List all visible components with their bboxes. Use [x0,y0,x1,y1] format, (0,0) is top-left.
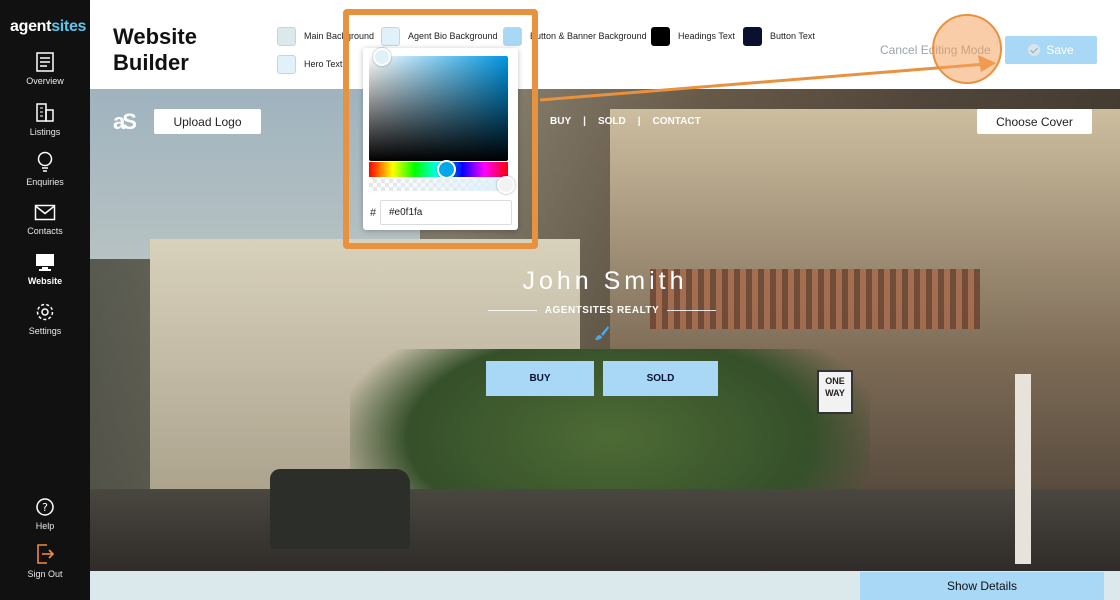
color-swatch[interactable] [743,26,762,46]
hero-nav-contact[interactable]: CONTACT [653,116,701,127]
sidebar-item-listings[interactable]: Listings [0,101,90,137]
gear-icon [36,303,54,321]
svg-text:?: ? [42,501,48,514]
swatch-button-text[interactable]: Button Text [743,26,815,46]
lightbulb-icon [37,151,53,172]
swatch-label: Hero Text [304,59,343,69]
sidebar-item-contacts[interactable]: Contacts [0,204,90,236]
sidebar-item-label: Overview [26,76,64,86]
color-swatch[interactable] [277,54,296,74]
one-way-sign: ONE WAY [817,370,853,414]
save-button[interactable]: Save [1005,36,1097,64]
envelope-icon [34,204,56,221]
brand-logo[interactable]: agentsites [10,18,86,36]
sidebar-item-label: Help [35,521,55,531]
swatch-headings-text[interactable]: Headings Text [651,26,735,46]
hero-sold-button[interactable]: SOLD [603,361,718,396]
agent-logo: aS [113,109,137,134]
sidebar-item-label: Listings [29,127,61,137]
hero-nav: BUY | SOLD | CONTACT [550,116,701,127]
sidebar: agentsites Overview Listings Enquiries C… [0,0,90,600]
brand-part-2: sites [51,18,87,35]
swatch-label: Button Text [770,31,815,41]
sidebar-item-label: Settings [28,326,62,336]
monitor-icon [36,254,54,271]
sidebar-item-help[interactable]: ? Help [0,497,90,531]
help-icon: ? [36,498,54,516]
save-label: Save [1046,43,1074,57]
check-icon [1028,44,1041,56]
divider-line [667,310,716,311]
brand-part-1: agent [10,18,52,35]
choose-cover-button[interactable]: Choose Cover [977,109,1092,134]
main-background-strip: Show Details [90,571,1120,600]
hero-section: ONE WAY aS Upload Logo BUY | SOLD | CONT… [90,89,1120,571]
sidebar-item-overview[interactable]: Overview [0,52,90,86]
swatch-label: Headings Text [678,31,735,41]
paint-brush-icon[interactable] [594,325,610,341]
sidebar-item-label: Contacts [27,226,63,236]
hero-pole [1015,374,1031,564]
sidebar-item-label: Sign Out [27,569,63,579]
sidebar-item-label: Enquiries [26,177,64,187]
hero-nav-buy[interactable]: BUY [550,116,571,127]
swatch-label: Button & Banner Background [530,31,647,41]
sidebar-item-website[interactable]: Website [0,253,90,286]
hero-street [90,489,1120,571]
hero-nav-sold[interactable]: SOLD [598,116,626,127]
sidebar-item-enquiries[interactable]: Enquiries [0,151,90,187]
divider-line [488,310,537,311]
hero-buy-button[interactable]: BUY [486,361,594,396]
color-swatch[interactable] [651,26,670,46]
save-highlight-circle [932,14,1002,84]
swatch-hero-text[interactable]: Hero Text [277,54,342,74]
agent-name: John Smith [522,267,688,295]
color-swatch[interactable] [277,26,296,46]
sign-out-icon [37,544,55,564]
nav-separator: | [637,116,641,127]
nav-separator: | [583,116,586,127]
page-title: Website Builder [113,24,197,75]
upload-logo-button[interactable]: Upload Logo [154,109,261,134]
agency-row: AGENTSITES REALTY [488,305,716,316]
agency-name: AGENTSITES REALTY [544,305,660,316]
sidebar-item-settings[interactable]: Settings [0,302,90,336]
sidebar-item-label: Website [27,276,63,286]
hero-car [270,469,410,549]
building-icon [36,103,54,122]
picker-highlight-box [343,9,538,249]
overview-icon [36,52,54,72]
show-details-button[interactable]: Show Details [860,572,1104,600]
sidebar-item-sign-out[interactable]: Sign Out [0,543,90,579]
